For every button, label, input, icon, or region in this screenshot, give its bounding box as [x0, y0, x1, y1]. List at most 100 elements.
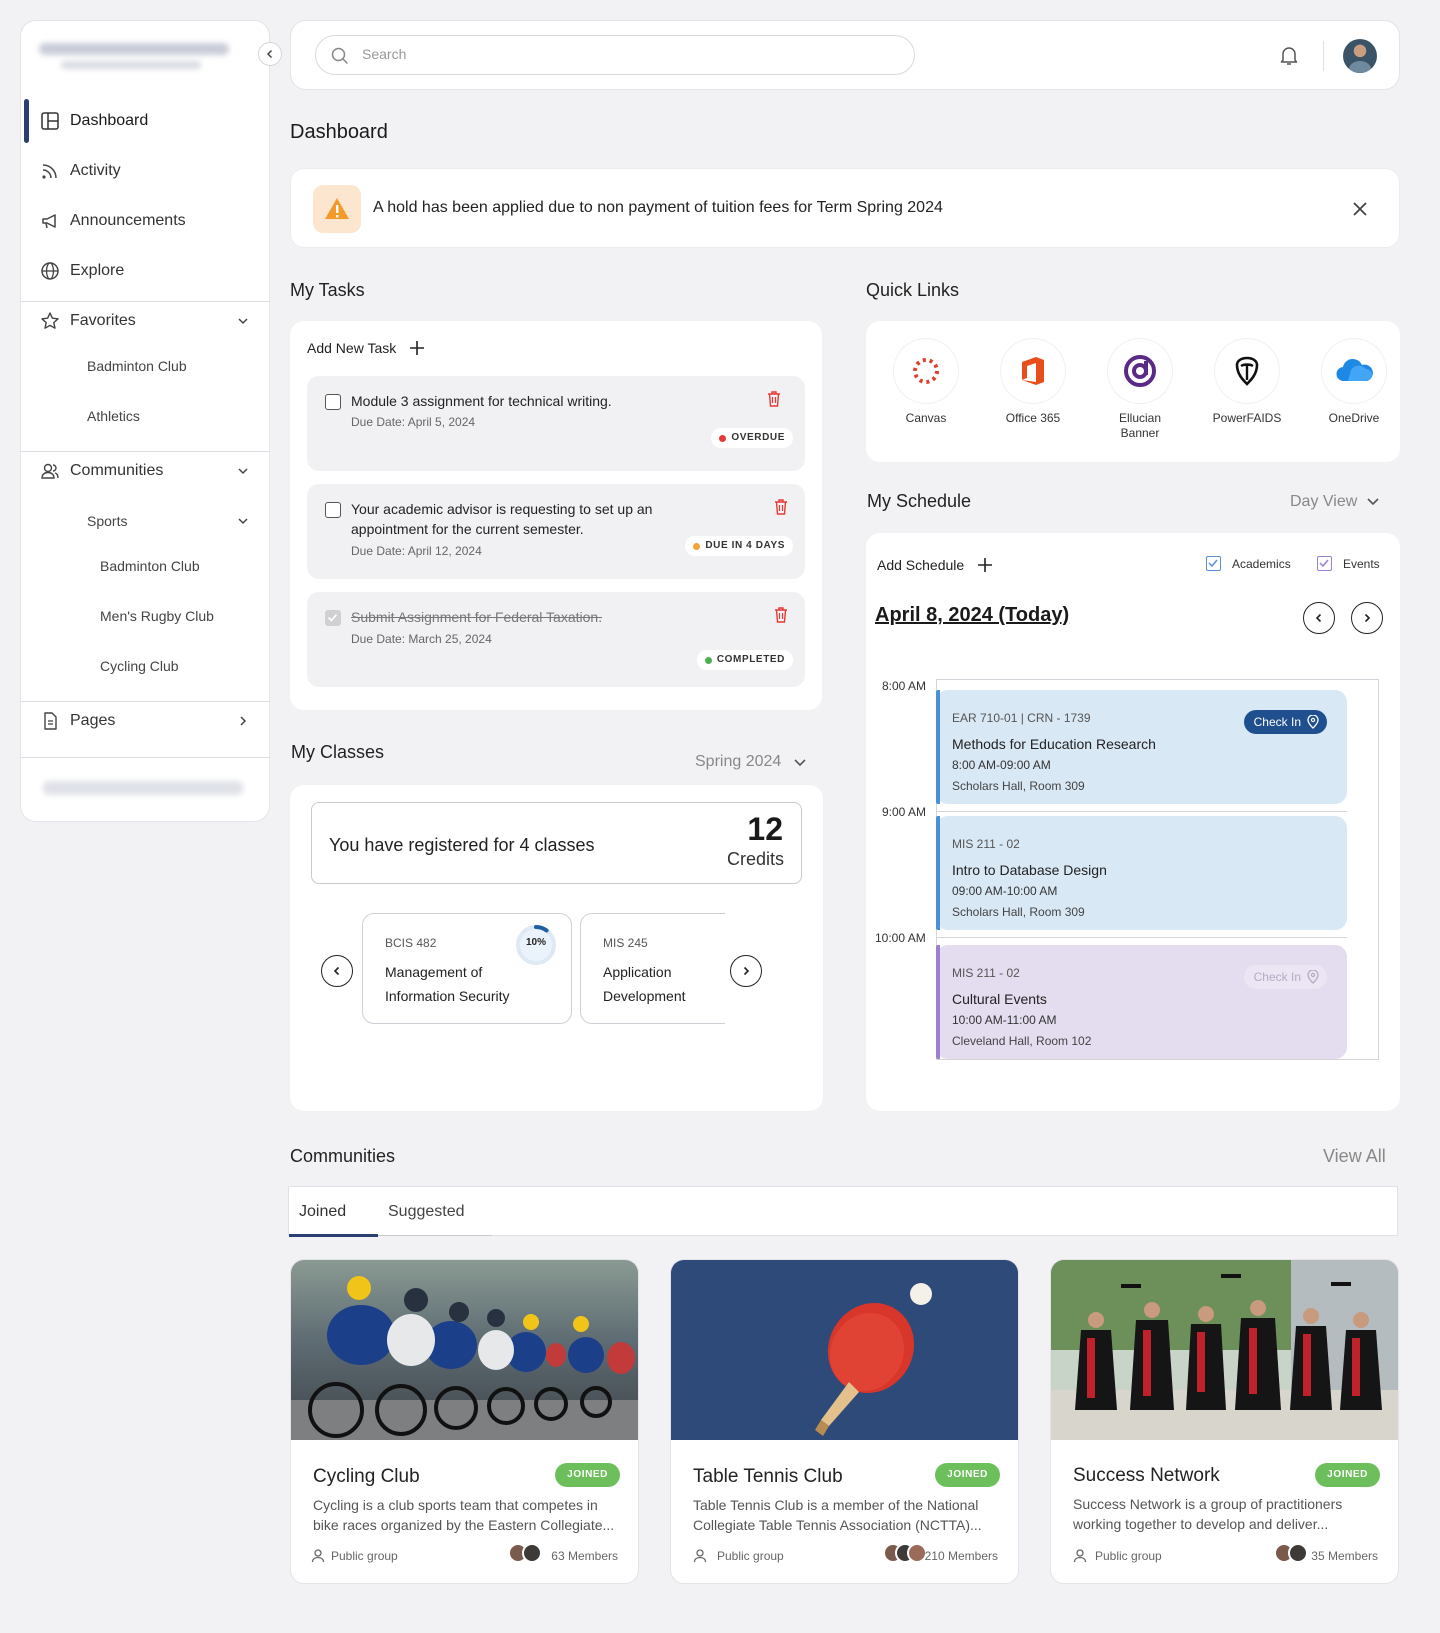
- event-time: 09:00 AM-10:00 AM: [952, 884, 1058, 898]
- schedule-event[interactable]: EAR 710-01 | CRN - 1739 Methods for Educ…: [936, 690, 1347, 804]
- chevron-left-icon: [333, 966, 340, 976]
- status-badge: OVERDUE: [711, 428, 793, 448]
- sidebar-item-explore[interactable]: Explore: [21, 251, 269, 291]
- task-checkbox[interactable]: [325, 502, 341, 518]
- chevron-right-icon: [240, 716, 247, 726]
- next-class-button[interactable]: [730, 955, 762, 987]
- check-in-button-disabled[interactable]: Check In: [1243, 965, 1327, 989]
- previous-day-button[interactable]: [1303, 602, 1335, 634]
- community-description: Cycling is a club sports team that compe…: [313, 1497, 615, 1533]
- sidebar-favorite-item[interactable]: Badminton Club: [87, 358, 187, 374]
- table-tennis-club-image: [671, 1260, 1018, 1440]
- quick-link-label: OneDrive: [1328, 411, 1380, 425]
- class-card[interactable]: MIS 245 Application Development: [580, 913, 725, 1024]
- task-checkbox[interactable]: [325, 394, 341, 410]
- sidebar-favorite-item[interactable]: Athletics: [87, 408, 140, 424]
- chevron-right-icon: [743, 966, 750, 976]
- add-schedule-button[interactable]: Add Schedule: [877, 557, 964, 573]
- community-card[interactable]: Success Network JOINED Success Network i…: [1050, 1259, 1399, 1584]
- schedule-view-label: Day View: [1290, 493, 1358, 510]
- group-icon: [311, 1549, 325, 1563]
- view-all-link[interactable]: View All: [1323, 1146, 1386, 1167]
- collapse-sidebar-button[interactable]: [258, 42, 282, 66]
- group-type: Public group: [717, 1549, 784, 1563]
- sidebar-community-item[interactable]: Badminton Club: [100, 558, 200, 574]
- sidebar-item-favorites[interactable]: Favorites: [21, 301, 269, 341]
- document-icon: [44, 712, 57, 730]
- schedule-heading: My Schedule: [867, 491, 972, 511]
- search-field[interactable]: [315, 35, 915, 75]
- tab-joined[interactable]: Joined: [299, 1187, 346, 1237]
- schedule-event[interactable]: MIS 211 - 02 Cultural Events 10:00 AM-11…: [936, 945, 1347, 1059]
- plus-icon[interactable]: [408, 339, 426, 357]
- sidebar-community-item[interactable]: Cycling Club: [100, 658, 179, 674]
- events-checkbox[interactable]: [1317, 556, 1332, 571]
- trash-icon[interactable]: [774, 499, 788, 515]
- chevron-down-icon[interactable]: [1365, 493, 1381, 509]
- event-title: Methods for Education Research: [952, 736, 1156, 752]
- quick-link-ellucian[interactable]: Ellucian Banner: [1095, 339, 1185, 441]
- sidebar-item-sports[interactable]: Sports: [21, 501, 269, 541]
- search-icon: [331, 47, 349, 65]
- task-due-date: Due Date: March 25, 2024: [351, 632, 492, 646]
- group-type: Public group: [1095, 1549, 1162, 1563]
- class-code: BCIS 482: [385, 936, 437, 950]
- bell-icon[interactable]: [1277, 43, 1301, 67]
- alert-text: A hold has been applied due to non payme…: [373, 199, 943, 216]
- trash-icon[interactable]: [774, 607, 788, 623]
- trash-icon[interactable]: [767, 391, 781, 407]
- chevron-down-icon: [238, 318, 248, 325]
- quick-link-canvas[interactable]: Canvas: [881, 339, 971, 426]
- check-in-button[interactable]: Check In: [1243, 710, 1327, 734]
- status-badge-label: DUE IN 4 DAYS: [705, 540, 785, 551]
- tab-suggested[interactable]: Suggested: [388, 1187, 465, 1237]
- event-time: 10:00 AM-11:00 AM: [952, 1013, 1057, 1027]
- quick-link-powerfaids[interactable]: PowerFAIDS: [1202, 339, 1292, 426]
- sidebar-item-announcements[interactable]: Announcements: [21, 201, 269, 241]
- class-card[interactable]: BCIS 482 Management of Information Secur…: [362, 913, 572, 1024]
- credits-value: 12: [747, 811, 783, 847]
- add-task-button[interactable]: Add New Task: [307, 340, 396, 356]
- time-label: 10:00 AM: [875, 931, 926, 945]
- quick-link-label: PowerFAIDS: [1212, 411, 1282, 425]
- event-code: MIS 211 - 02: [952, 837, 1020, 851]
- chevron-left-icon: [1315, 613, 1322, 623]
- users-icon: [41, 463, 59, 479]
- close-icon[interactable]: [1350, 199, 1370, 219]
- schedule-event[interactable]: MIS 211 - 02 Intro to Database Design 09…: [936, 816, 1347, 930]
- community-card[interactable]: Cycling Club JOINED Cycling is a club sp…: [290, 1259, 639, 1584]
- search-input[interactable]: [362, 46, 882, 62]
- community-description: Success Network is a group of practition…: [1073, 1496, 1343, 1532]
- term-select[interactable]: Spring 2024: [695, 753, 781, 771]
- task-title: Submit Assignment for Federal Taxation.: [351, 609, 603, 625]
- sidebar-item-label: Favorites: [70, 312, 136, 329]
- next-day-button[interactable]: [1351, 602, 1383, 634]
- sidebar-item-label: Communities: [70, 462, 164, 479]
- sidebar-item-dashboard[interactable]: Dashboard: [21, 101, 269, 141]
- chevron-down-icon[interactable]: [792, 754, 808, 770]
- quick-link-onedrive[interactable]: OneDrive: [1309, 339, 1399, 426]
- sidebar-item-pages[interactable]: Pages: [21, 701, 269, 741]
- community-name: Cycling Club: [313, 1466, 420, 1487]
- check-icon: [327, 613, 338, 622]
- sidebar-item-communities[interactable]: Communities: [21, 451, 269, 491]
- sidebar-item-activity[interactable]: Activity: [21, 151, 269, 191]
- tab-underline: [378, 1235, 492, 1236]
- classes-heading: My Classes: [291, 742, 385, 762]
- plus-icon[interactable]: [976, 556, 994, 574]
- active-tab-indicator: [289, 1234, 378, 1237]
- location-pin-icon: [1307, 715, 1319, 729]
- quick-link-office365[interactable]: Office 365: [988, 339, 1078, 426]
- member-avatar: [1288, 1543, 1308, 1563]
- schedule-view-select[interactable]: Day View: [1290, 493, 1357, 511]
- chevron-down-icon: [238, 468, 248, 475]
- community-card[interactable]: Table Tennis Club JOINED Table Tennis Cl…: [670, 1259, 1019, 1584]
- status-badge: COMPLETED: [696, 650, 793, 670]
- previous-class-button[interactable]: [321, 955, 353, 987]
- sidebar-item-label: Dashboard: [70, 112, 149, 129]
- academics-checkbox[interactable]: [1206, 556, 1221, 571]
- sidebar-community-item[interactable]: Men's Rugby Club: [100, 608, 214, 624]
- class-card-clip: MIS 245 Application Development: [580, 913, 725, 1024]
- task-checkbox-checked[interactable]: [325, 610, 341, 626]
- avatar[interactable]: [1343, 39, 1377, 73]
